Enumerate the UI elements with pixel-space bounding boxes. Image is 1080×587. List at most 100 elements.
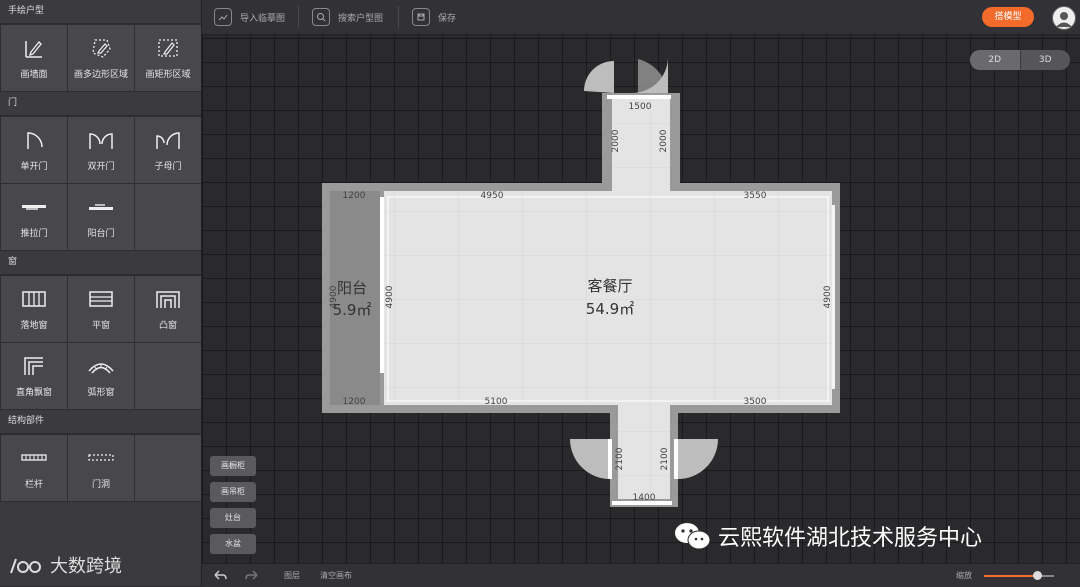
watermark-left-text: 大数跨境 bbox=[50, 556, 122, 577]
railing-icon bbox=[20, 446, 48, 470]
tool-railing[interactable]: 栏杆 bbox=[1, 435, 67, 501]
sidebar: 手绘户型 画墙面 画多边形区域 画矩形区域 门 单开门 双开门 子母门 推拉门 … bbox=[0, 0, 202, 586]
dim-main-top-left: 4950 bbox=[481, 191, 504, 201]
dim-top-corridor-left: 2000 bbox=[611, 129, 621, 152]
dim-main-bottom-right: 3500 bbox=[744, 397, 767, 407]
dim-main-top-right: 3550 bbox=[744, 191, 767, 201]
tool-double-door[interactable]: 双开门 bbox=[68, 117, 134, 183]
tool-label: 平窗 bbox=[91, 321, 110, 331]
dim-main-left-height: 4900 bbox=[385, 285, 395, 308]
double-door-icon bbox=[87, 128, 115, 152]
empty-tile bbox=[135, 184, 201, 250]
tool-draw-rect[interactable]: 画矩形区域 bbox=[135, 25, 201, 91]
zoom-handle[interactable] bbox=[1032, 571, 1042, 580]
search-icon bbox=[312, 8, 330, 26]
divider bbox=[298, 6, 299, 28]
tool-label: 栏杆 bbox=[24, 480, 43, 490]
rect-area-icon bbox=[154, 36, 182, 60]
bay-window-icon bbox=[154, 287, 182, 311]
tool-label: 单开门 bbox=[20, 162, 48, 172]
single-door-icon bbox=[20, 128, 48, 152]
tool-bay-window[interactable]: 凸窗 bbox=[135, 276, 201, 342]
living-room-area: 54.9㎡ bbox=[586, 300, 634, 318]
flat-window-icon bbox=[87, 287, 115, 311]
tool-label: 阳台门 bbox=[87, 229, 115, 239]
watermark-logo-icon bbox=[10, 558, 42, 574]
watermark-right: 云熙软件湖北技术服务中心 bbox=[672, 520, 982, 552]
tool-label: 落地窗 bbox=[20, 321, 48, 331]
tool-label: 直角飘窗 bbox=[15, 388, 52, 398]
floorplan-drawing[interactable]: 1500 2000 2000 4950 3550 1200 4900 4900 … bbox=[202, 35, 1080, 563]
watermark-left: 大数跨境 bbox=[8, 552, 122, 578]
tool-mother-child-door[interactable]: 子母门 bbox=[135, 117, 201, 183]
dim-bottom-corridor-left: 2100 bbox=[615, 447, 625, 470]
window-tools: 落地窗 平窗 凸窗 直角飘窗 弧形窗 bbox=[0, 275, 201, 410]
cabinet-tools: 画橱柜 画吊柜 灶台 水盆 bbox=[210, 456, 256, 560]
dim-top-corridor-right: 2000 bbox=[659, 129, 669, 152]
tool-balcony-door[interactable]: 阳台门 bbox=[68, 184, 134, 250]
tool-arc-window[interactable]: 弧形窗 bbox=[68, 343, 134, 409]
design-canvas[interactable]: 2D 3D 1500 2000 2000 4950 3550 1200 4900… bbox=[202, 35, 1080, 563]
dim-balcony-top: 1200 bbox=[343, 191, 366, 201]
floor-window-icon bbox=[20, 287, 48, 311]
wechat-icon bbox=[675, 523, 711, 550]
draw-cabinet-button[interactable]: 画橱柜 bbox=[210, 456, 256, 476]
mother-child-door-icon bbox=[154, 128, 182, 152]
watermark-right-text: 云熙软件湖北技术服务中心 bbox=[718, 526, 983, 551]
sink-button[interactable]: 水盆 bbox=[210, 534, 256, 554]
hand-draw-tools: 画墙面 画多边形区域 画矩形区域 bbox=[0, 24, 201, 92]
search-floorplan-button[interactable]: 搜索户型图 bbox=[312, 8, 383, 26]
avatar[interactable] bbox=[1052, 6, 1076, 30]
bottom-toolbar: 图层 清空画布 缩放 bbox=[202, 563, 1080, 587]
empty-tile bbox=[135, 435, 201, 501]
tool-label: 子母门 bbox=[154, 162, 182, 172]
tool-label: 推拉门 bbox=[20, 229, 48, 239]
tool-draw-wall[interactable]: 画墙面 bbox=[1, 25, 67, 91]
arc-window-icon bbox=[87, 354, 115, 378]
clear-canvas-button[interactable]: 清空画布 bbox=[320, 570, 352, 581]
section-title-hand-draw: 手绘户型 bbox=[0, 0, 201, 24]
corner-window-icon bbox=[20, 354, 48, 378]
pencil-wall-icon bbox=[20, 36, 48, 60]
tool-sliding-door[interactable]: 推拉门 bbox=[1, 184, 67, 250]
tool-corner-window[interactable]: 直角飘窗 bbox=[1, 343, 67, 409]
dim-bottom-corridor-width: 1400 bbox=[633, 493, 656, 503]
redo-icon[interactable] bbox=[244, 567, 260, 587]
tool-draw-polygon[interactable]: 画多边形区域 bbox=[68, 25, 134, 91]
zoom-slider[interactable] bbox=[984, 571, 1054, 580]
dim-top-corridor-width: 1500 bbox=[629, 102, 652, 112]
import-trace-button[interactable]: 导入临摹图 bbox=[214, 8, 285, 26]
dim-balcony-bottom: 1200 bbox=[343, 397, 366, 407]
save-button[interactable]: 保存 bbox=[412, 8, 456, 26]
dim-main-right-height: 4900 bbox=[823, 285, 833, 308]
tool-door-opening[interactable]: 门洞 bbox=[68, 435, 134, 501]
top-door-swing[interactable] bbox=[584, 57, 668, 93]
door-opening-icon bbox=[87, 446, 115, 470]
tool-flat-window[interactable]: 平窗 bbox=[68, 276, 134, 342]
layer-button[interactable]: 图层 bbox=[284, 570, 300, 581]
polygon-area-icon bbox=[87, 36, 115, 60]
empty-tile bbox=[135, 343, 201, 409]
tool-single-door[interactable]: 单开门 bbox=[1, 117, 67, 183]
tool-label: 双开门 bbox=[87, 162, 115, 172]
living-room-name: 客餐厅 bbox=[587, 277, 632, 295]
dim-main-bottom-left: 5100 bbox=[485, 397, 508, 407]
tool-floor-window[interactable]: 落地窗 bbox=[1, 276, 67, 342]
import-label: 导入临摹图 bbox=[240, 13, 286, 24]
build-model-button[interactable]: 搭模型 bbox=[982, 7, 1034, 27]
tool-label: 弧形窗 bbox=[87, 388, 115, 398]
balcony-door-icon bbox=[87, 195, 115, 219]
search-label: 搜索户型图 bbox=[338, 13, 384, 24]
zoom-fill bbox=[984, 575, 1037, 577]
top-toolbar: 导入临摹图 搜索户型图 保存 搭模型 bbox=[202, 0, 1080, 35]
undo-icon[interactable] bbox=[212, 567, 228, 587]
dim-bottom-corridor-right: 2100 bbox=[660, 447, 670, 470]
tool-label: 门洞 bbox=[91, 480, 110, 490]
stove-button[interactable]: 灶台 bbox=[210, 508, 256, 528]
draw-wall-cabinet-button[interactable]: 画吊柜 bbox=[210, 482, 256, 502]
structure-tools: 栏杆 门洞 bbox=[0, 434, 201, 502]
image-icon bbox=[214, 8, 232, 26]
sliding-door-icon bbox=[20, 195, 48, 219]
section-title-structure: 结构部件 bbox=[0, 410, 201, 434]
divider bbox=[398, 6, 399, 28]
